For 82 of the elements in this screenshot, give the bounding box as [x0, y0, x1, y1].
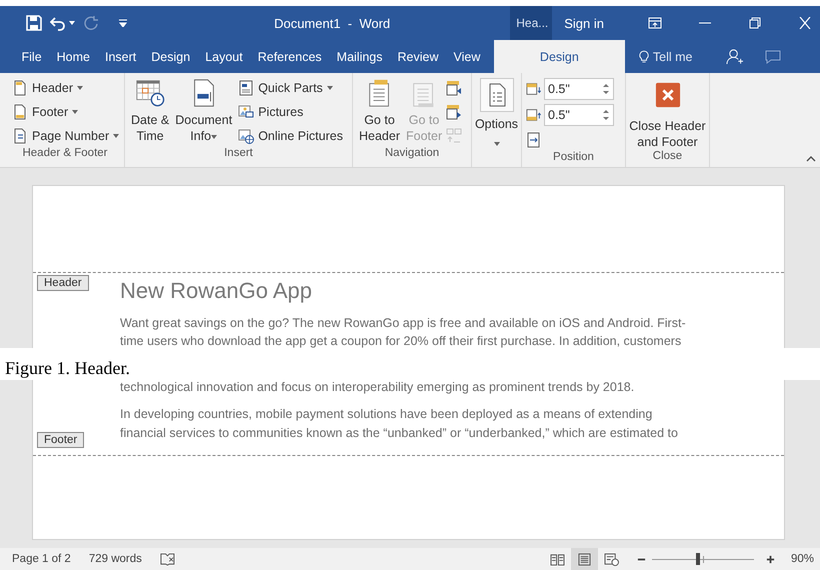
- ribbon-button[interactable]: Pictures: [236, 101, 345, 123]
- ribbon-button[interactable]: Go to Header: [357, 76, 402, 147]
- page-icon: [12, 104, 28, 120]
- caret-icon: [77, 86, 83, 90]
- ribbon-tab[interactable]: Layout: [198, 40, 250, 73]
- quick-parts-icon: [238, 80, 254, 96]
- tell-me-button[interactable]: Tell me: [632, 40, 698, 73]
- caret-icon: [113, 134, 120, 138]
- ribbon-button[interactable]: Header: [10, 77, 122, 99]
- previous-section-icon[interactable]: [446, 80, 462, 96]
- spinner-field[interactable]: 0.5": [544, 104, 614, 126]
- window-title: Document1 - Word: [273, 16, 392, 30]
- page-count[interactable]: Page 1 of 2: [0, 553, 71, 565]
- zoom-in-icon[interactable]: [766, 554, 775, 564]
- zoom-slider-thumb[interactable]: [696, 553, 700, 565]
- caret-icon[interactable]: [69, 21, 75, 25]
- customize-icon[interactable]: [119, 19, 127, 27]
- ribbon-button[interactable]: Close Header and Footer: [627, 76, 708, 150]
- caret-icon: [326, 86, 333, 90]
- ribbon-button[interactable]: Date & Time: [129, 76, 172, 147]
- word-count[interactable]: 729 words: [70, 553, 142, 565]
- header-tag: Header: [37, 275, 89, 291]
- zoom-level[interactable]: 90%: [780, 553, 820, 565]
- ribbon-tab[interactable]: References: [250, 40, 330, 73]
- document-heading: New RowanGo App: [120, 278, 313, 304]
- online-picture-icon: [238, 128, 254, 144]
- zoom-slider[interactable]: [652, 552, 754, 566]
- ribbon-tab[interactable]: Mailings: [329, 40, 390, 73]
- caret-icon: [72, 110, 78, 114]
- group-label: Insert: [223, 147, 254, 161]
- web-page-icon: [604, 552, 619, 566]
- proofing-icon[interactable]: [160, 552, 175, 566]
- ribbon-tab[interactable]: Home: [49, 40, 98, 73]
- caret-icon: [211, 134, 218, 139]
- options-icon: [480, 78, 514, 112]
- caret-icon: [494, 142, 500, 146]
- group-label: Close: [652, 150, 684, 164]
- footer-tag: Footer: [37, 432, 84, 448]
- ribbon-tab[interactable]: Insert: [98, 40, 144, 73]
- align-tab-icon[interactable]: [526, 132, 542, 148]
- close-icon: [654, 82, 680, 108]
- sign-in-link[interactable]: Sign in: [552, 16, 630, 30]
- lightbulb-icon: [638, 50, 649, 64]
- ribbon-display-icon[interactable]: [648, 17, 662, 29]
- save-icon[interactable]: [26, 15, 42, 31]
- ribbon-button[interactable]: Page Number: [10, 125, 122, 147]
- paragraph-line: technological innovation and focus on interoperability emerging as prominent trends by 2018.: [120, 380, 636, 394]
- position-icon: [526, 81, 542, 97]
- page-icon: [12, 80, 28, 96]
- comment-icon[interactable]: [765, 49, 782, 65]
- ribbon-button[interactable]: Online Pictures: [236, 125, 345, 147]
- ribbon-button[interactable]: Document Info: [173, 76, 234, 147]
- book-icon: [550, 552, 565, 566]
- contextual-tab-label: Hea...: [510, 6, 552, 40]
- restore-icon[interactable]: [748, 17, 762, 29]
- paragraph: Want great savings on the go? The new RowanGo app is free and available on iOS and Android. First-time users who download the app get a coupon for 20% off their first purchase. In addition, customers: [120, 315, 687, 348]
- group-label: Header & Footer: [21, 147, 108, 161]
- close-icon[interactable]: [798, 17, 812, 29]
- group-label: Position: [552, 151, 595, 165]
- page-icon: [576, 552, 592, 566]
- collapse-ribbon-icon[interactable]: [806, 156, 816, 162]
- group-label: Navigation: [384, 147, 440, 161]
- picture-icon: [238, 104, 254, 120]
- next-section-icon[interactable]: [446, 104, 462, 120]
- calendar-clock-icon: [135, 78, 166, 108]
- ribbon-tab[interactable]: File: [14, 40, 50, 73]
- spin-arrows-icon[interactable]: [603, 109, 609, 121]
- spin-arrows-icon[interactable]: [603, 83, 609, 95]
- ribbon-tab[interactable]: Design: [144, 40, 198, 73]
- paragraph: In developing countries, mobile payment solutions have been deployed as a means of extending financial services to communities known as the “unbanked” or “underbanked,” which are estimated to: [120, 406, 679, 442]
- ribbon-button[interactable]: Quick Parts: [236, 77, 345, 99]
- spinner-field[interactable]: 0.5": [544, 78, 614, 100]
- undo-icon[interactable]: [50, 15, 66, 31]
- view-button[interactable]: [570, 548, 598, 570]
- ribbon-button[interactable]: Footer: [10, 101, 122, 123]
- ribbon-button[interactable]: Options: [472, 76, 520, 147]
- ribbon-tab[interactable]: View: [446, 40, 488, 73]
- ribbon-tab[interactable]: Review: [390, 40, 446, 73]
- ribbon-tab[interactable]: Design: [494, 40, 625, 73]
- position-icon: [526, 107, 542, 123]
- share-person-icon[interactable]: [726, 48, 744, 65]
- page-number-icon: [12, 128, 28, 144]
